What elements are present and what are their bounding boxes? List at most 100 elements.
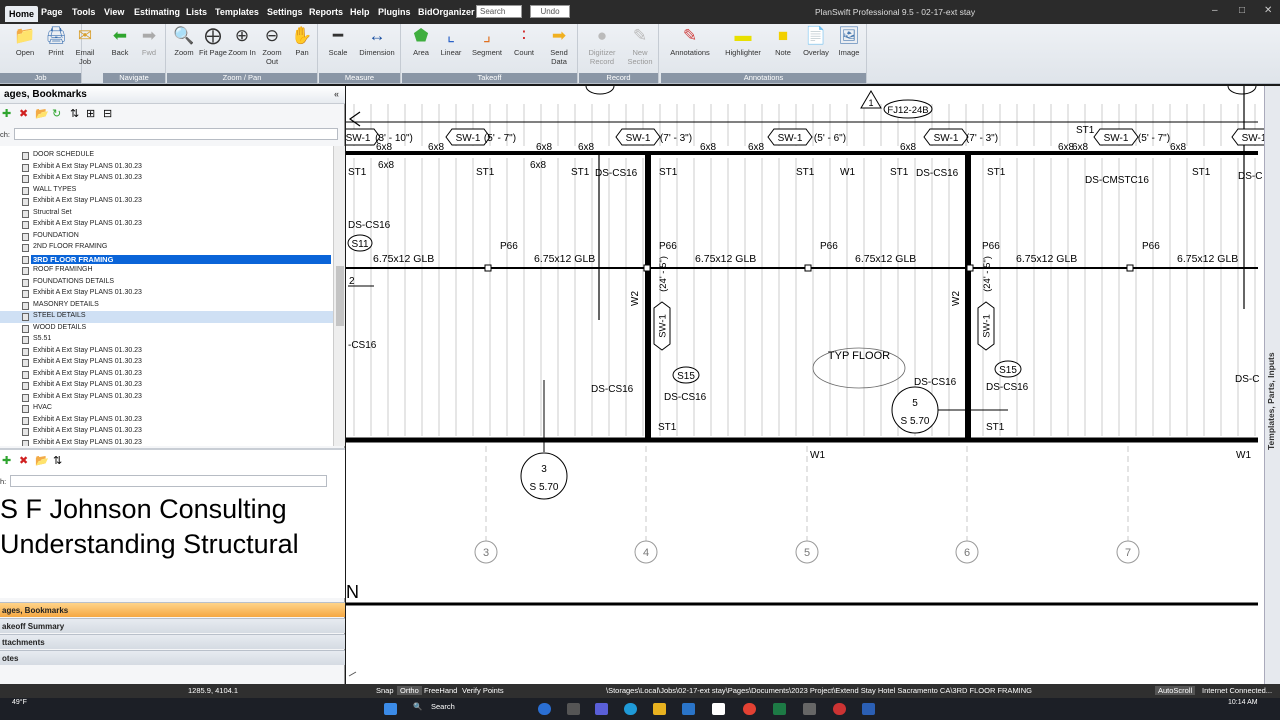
tree-item[interactable]: Exhibit A Ext Stay PLANS 01.30.23: [0, 415, 333, 427]
add-bookmark-icon[interactable]: ✚: [2, 454, 11, 467]
tree-item[interactable]: WALL TYPES: [0, 185, 333, 197]
tree-scrollbar-thumb[interactable]: [336, 266, 344, 326]
menu-view[interactable]: View: [104, 7, 124, 17]
undo-button[interactable]: Undo: [530, 5, 570, 18]
tree-item[interactable]: Exhibit A Ext Stay PLANS 01.30.23: [0, 438, 333, 446]
pages-search-input[interactable]: [14, 128, 338, 140]
digitizer-record-button[interactable]: ● Digitizer Record: [585, 26, 619, 66]
teams-icon[interactable]: [595, 703, 608, 715]
print-button[interactable]: 🖨 Print: [41, 26, 71, 57]
scale-button[interactable]: ━ Scale: [323, 26, 353, 57]
ortho-toggle[interactable]: Ortho: [397, 686, 422, 695]
pan-button[interactable]: ✋ Pan: [287, 26, 317, 57]
tree-item[interactable]: Exhibit A Ext Stay PLANS 01.30.23: [0, 219, 333, 231]
amazon-icon[interactable]: [712, 703, 725, 715]
tree-scrollbar[interactable]: [333, 146, 345, 446]
autoscroll-toggle[interactable]: AutoScroll: [1155, 686, 1196, 695]
snap-toggle[interactable]: Snap: [376, 686, 394, 695]
delete-bookmark-icon[interactable]: ✖: [19, 454, 28, 467]
tree-item[interactable]: ROOF FRAMINGH: [0, 265, 333, 277]
templates-parts-inputs-tab[interactable]: Templates, Parts, Inputs: [1266, 352, 1276, 450]
search-input[interactable]: Search: [476, 5, 522, 18]
mail-icon[interactable]: [682, 703, 695, 715]
dimension-button[interactable]: ↔ Dimension: [359, 26, 395, 57]
back-button[interactable]: ⬅ Back: [105, 26, 135, 57]
forward-button[interactable]: ➡ Fwd: [134, 26, 164, 57]
menu-templates[interactable]: Templates: [215, 7, 259, 17]
verify-points-toggle[interactable]: Verify Points: [462, 686, 504, 695]
chrome-icon[interactable]: [743, 703, 756, 715]
menu-estimating[interactable]: Estimating: [134, 7, 180, 17]
segment-button[interactable]: ⌟ Segment: [470, 26, 504, 57]
menu-home[interactable]: Home: [5, 6, 39, 22]
fit-page-button[interactable]: ⨁ Fit Page: [198, 26, 228, 57]
email-job-button[interactable]: ✉ Email Job: [70, 26, 100, 66]
area-button[interactable]: ⬟ Area: [406, 26, 436, 57]
tree-item[interactable]: WOOD DETAILS: [0, 323, 333, 335]
app-icon-2[interactable]: [833, 703, 846, 715]
tree-item[interactable]: FOUNDATION: [0, 231, 333, 243]
tree-item[interactable]: Exhibit A Ext Stay PLANS 01.30.23: [0, 196, 333, 208]
close-icon[interactable]: ✕: [1264, 5, 1272, 16]
annotations-button[interactable]: ✎ Annotations: [665, 26, 715, 57]
file-explorer-icon[interactable]: [653, 703, 666, 715]
new-section-button[interactable]: ✎ New Section: [623, 26, 657, 66]
expand-icon[interactable]: ⊞: [86, 107, 95, 120]
bookmark-sort-icon[interactable]: ⇅: [53, 454, 62, 467]
tree-item[interactable]: Structral Set: [0, 208, 333, 220]
tree-item[interactable]: 2ND FLOOR FRAMING: [0, 242, 333, 254]
count-button[interactable]: ∶ Count: [509, 26, 539, 57]
planswift-icon[interactable]: [803, 703, 816, 715]
minimize-icon[interactable]: –: [1212, 5, 1218, 16]
taskbar-search-label[interactable]: Search: [431, 702, 455, 711]
tree-item[interactable]: 3RD FLOOR FRAMING: [0, 254, 333, 266]
tree-item[interactable]: Exhibit A Ext Stay PLANS 01.30.23: [0, 380, 333, 392]
excel-icon[interactable]: [773, 703, 786, 715]
taskbar-search-icon[interactable]: 🔍: [413, 702, 422, 711]
app-icon-1[interactable]: [538, 703, 551, 715]
edge-icon[interactable]: [624, 703, 637, 715]
menu-bidorganizer[interactable]: BidOrganizer: [418, 7, 475, 17]
tree-item[interactable]: DOOR SCHEDULE: [0, 150, 333, 162]
tab-pages-bookmarks[interactable]: ages, Bookmarks: [0, 602, 345, 617]
start-icon[interactable]: [384, 703, 397, 715]
linear-button[interactable]: ⌞ Linear: [436, 26, 466, 57]
note-button[interactable]: ■ Note: [768, 26, 798, 57]
menu-lists[interactable]: Lists: [186, 7, 207, 17]
maximize-icon[interactable]: □: [1239, 5, 1245, 16]
tab-notes[interactable]: otes: [0, 650, 345, 665]
bookmark-folder-icon[interactable]: 📂: [35, 454, 49, 467]
tree-item[interactable]: Exhibit A Ext Stay PLANS 01.30.23: [0, 392, 333, 404]
zoom-in-button[interactable]: ⊕ Zoom In: [227, 26, 257, 57]
open-button[interactable]: 📁 Open: [10, 26, 40, 57]
menu-plugins[interactable]: Plugins: [378, 7, 411, 17]
tree-item[interactable]: Exhibit A Ext Stay PLANS 01.30.23: [0, 426, 333, 438]
delete-icon[interactable]: ✖: [19, 107, 28, 120]
collapse-icon[interactable]: «: [334, 89, 339, 99]
sort-icon[interactable]: ⇅: [70, 107, 79, 120]
word-icon[interactable]: [862, 703, 875, 715]
menu-page[interactable]: Page: [41, 7, 63, 17]
add-icon[interactable]: ✚: [2, 107, 11, 120]
tree-item[interactable]: Exhibit A Ext Stay PLANS 01.30.23: [0, 288, 333, 300]
task-view-icon[interactable]: [567, 703, 580, 715]
structural-plan-svg[interactable]: 34567 SW-1 (3' - 10") SW-1 (5' - 7") SW-1 (7'…: [346, 86, 1264, 684]
zoom-button[interactable]: 🔍 Zoom: [169, 26, 199, 57]
tab-attachments[interactable]: ttachments: [0, 634, 345, 649]
refresh-icon[interactable]: ↻: [52, 107, 61, 120]
highlighter-button[interactable]: ▬ Highlighter: [719, 26, 767, 57]
tree-item[interactable]: MASONRY DETAILS: [0, 300, 333, 312]
send-data-button[interactable]: ➡ Send Data: [544, 26, 574, 66]
tree-item[interactable]: Exhibit A Ext Stay PLANS 01.30.23: [0, 357, 333, 369]
tree-item[interactable]: S5.51: [0, 334, 333, 346]
freehand-toggle[interactable]: FreeHand: [424, 686, 457, 695]
tree-item[interactable]: Exhibit A Ext Stay PLANS 01.30.23: [0, 173, 333, 185]
tree-item[interactable]: HVAC: [0, 403, 333, 415]
tree-item[interactable]: Exhibit A Ext Stay PLANS 01.30.23: [0, 346, 333, 358]
overlay-button[interactable]: 📄 Overlay: [799, 26, 833, 57]
zoom-out-button[interactable]: ⊖ Zoom Out: [257, 26, 287, 66]
bookmark-search-input[interactable]: [10, 475, 327, 487]
image-button[interactable]: 🖼 Image: [834, 26, 864, 57]
plan-drawing-canvas[interactable]: 34567 SW-1 (3' - 10") SW-1 (5' - 7") SW-1 (7'…: [346, 86, 1264, 684]
menu-help[interactable]: Help: [350, 7, 370, 17]
